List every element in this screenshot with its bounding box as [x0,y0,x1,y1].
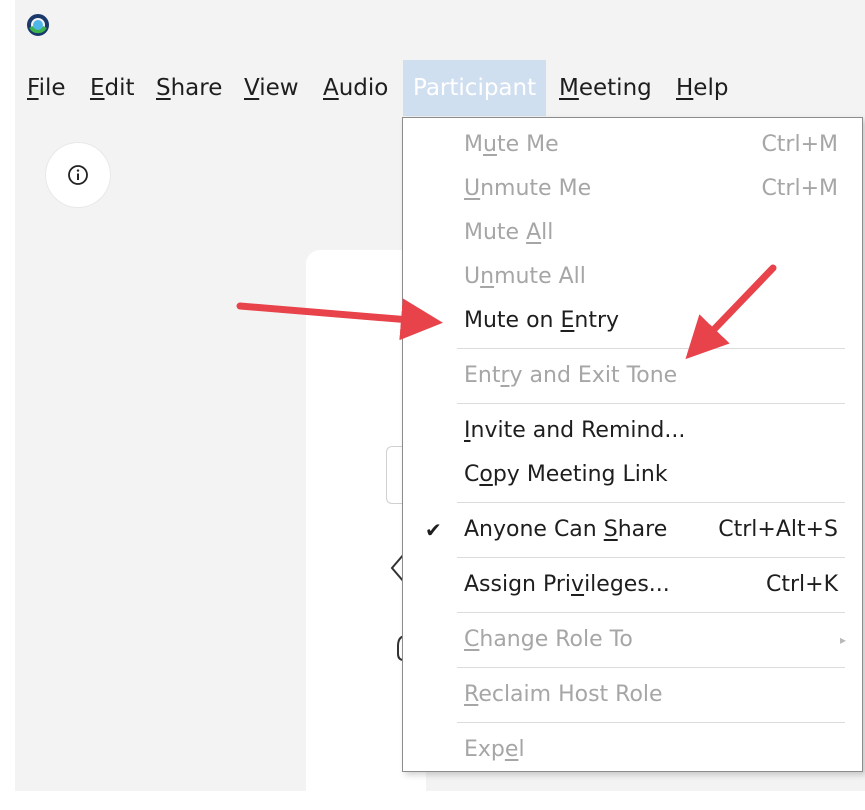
menu-audio[interactable]: Audio [313,60,398,116]
menu-item-anyone-can-share[interactable]: ✔ Anyone Can Share Ctrl+Alt+S [403,508,862,552]
menu-item-change-role-to[interactable]: Change Role To ▸ [403,618,862,662]
menu-item-label: Reclaim Host Role [464,682,663,707]
menu-separator [457,403,845,404]
participant-menu-dropdown: Mute Me Ctrl+M Unmute Me Ctrl+M Mute All… [402,117,863,772]
menu-item-entry-exit-tone[interactable]: Entry and Exit Tone [403,354,862,398]
menu-separator [457,722,845,723]
webex-logo-icon [27,14,49,36]
menu-meeting[interactable]: Meeting [549,60,662,116]
menu-view[interactable]: View [234,60,309,116]
menu-item-unmute-all[interactable]: Unmute All [403,255,862,299]
menu-item-assign-privileges[interactable]: Assign Privileges... Ctrl+K [403,563,862,607]
menu-file[interactable]: File [17,60,76,116]
checkmark-icon: ✔ [425,518,442,542]
menu-item-shortcut: Ctrl+K [765,572,838,597]
menu-item-unmute-me[interactable]: Unmute Me Ctrl+M [403,167,862,211]
menu-item-label: Unmute All [464,264,586,289]
menu-separator [457,667,845,668]
menu-item-label: Entry and Exit Tone [464,363,678,388]
menu-separator [457,557,845,558]
info-button[interactable] [46,143,110,207]
menu-help[interactable]: Help [666,60,738,116]
menu-item-expel[interactable]: Expel [403,728,862,772]
menu-item-label: Invite and Remind... [464,418,686,443]
menu-item-shortcut: Ctrl+M [761,176,838,201]
menu-item-label: Copy Meeting Link [464,462,668,487]
menu-separator [457,612,845,613]
info-icon [68,165,88,185]
menu-item-label: Unmute Me [464,176,592,201]
menu-separator [457,348,845,349]
submenu-arrow-icon: ▸ [839,633,846,647]
menu-item-mute-me[interactable]: Mute Me Ctrl+M [403,123,862,167]
menu-participant[interactable]: Participant [403,60,546,116]
menu-item-label: Assign Privileges... [464,572,670,597]
menu-item-label: Mute on Entry [464,308,620,333]
menu-item-copy-meeting-link[interactable]: Copy Meeting Link [403,453,862,497]
menu-edit[interactable]: Edit [80,60,145,116]
menu-item-invite-and-remind[interactable]: Invite and Remind... [403,409,862,453]
title-bar [15,0,865,60]
menu-item-mute-on-entry[interactable]: Mute on Entry [403,299,862,343]
menu-bar: File Edit Share View Audio Participant M… [15,60,865,116]
menu-item-shortcut: Ctrl+Alt+S [718,517,838,542]
menu-item-label: Anyone Can Share [464,517,668,542]
menu-item-mute-all[interactable]: Mute All [403,211,862,255]
menu-item-label: Change Role To [464,627,633,652]
menu-item-label: Expel [464,737,525,762]
menu-separator [457,502,845,503]
menu-item-shortcut: Ctrl+M [761,132,838,157]
menu-item-label: Mute All [464,220,554,245]
menu-item-reclaim-host-role[interactable]: Reclaim Host Role [403,673,862,717]
menu-share[interactable]: Share [146,60,232,116]
menu-item-label: Mute Me [464,132,559,157]
